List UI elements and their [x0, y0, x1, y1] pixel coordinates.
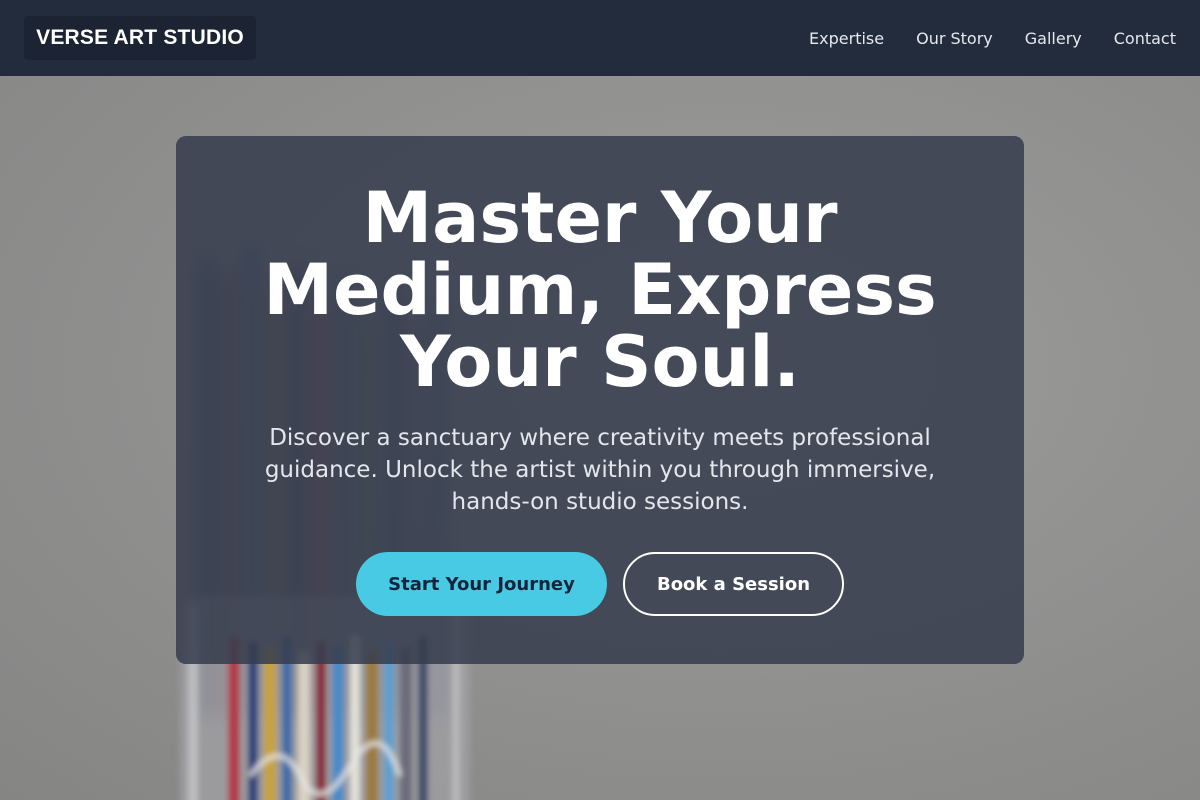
hero-card: Master Your Medium, Express Your Soul. D…: [176, 136, 1024, 664]
site-header: VERSE ART STUDIO Expertise Our Story Gal…: [0, 0, 1200, 76]
book-session-button[interactable]: Book a Session: [623, 552, 844, 616]
hero-title: Master Your Medium, Express Your Soul.: [263, 177, 937, 403]
nav-link-expertise[interactable]: Expertise: [809, 29, 884, 48]
start-journey-button[interactable]: Start Your Journey: [356, 552, 607, 616]
nav-link-our-story[interactable]: Our Story: [916, 29, 993, 48]
nav-link-gallery[interactable]: Gallery: [1025, 29, 1082, 48]
nav-link-contact[interactable]: Contact: [1114, 29, 1176, 48]
main-nav: Expertise Our Story Gallery Contact: [777, 0, 1176, 76]
hero-subtitle: Discover a sanctuary where creativity me…: [264, 425, 936, 515]
brand-logo[interactable]: VERSE ART STUDIO: [24, 16, 256, 60]
